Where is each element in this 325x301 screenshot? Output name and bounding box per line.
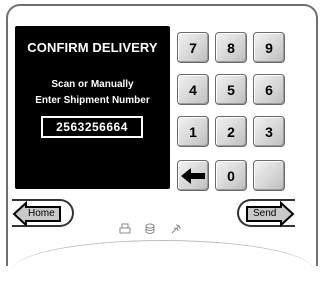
blank-key	[253, 160, 285, 191]
send-label: Send	[253, 208, 277, 219]
key-2[interactable]: 2	[215, 116, 247, 147]
key-3[interactable]: 3	[253, 116, 285, 147]
key-6[interactable]: 6	[253, 74, 285, 105]
key-7[interactable]: 7	[177, 32, 209, 63]
display-panel: CONFIRM DELIVERY Scan or Manually Enter …	[15, 26, 170, 189]
printer-icon	[119, 223, 131, 234]
signal-icon	[171, 224, 181, 234]
key-0[interactable]: 0	[215, 160, 247, 191]
key-1[interactable]: 1	[177, 116, 209, 147]
screen-title: CONFIRM DELIVERY	[27, 40, 158, 55]
send-button[interactable]: Send	[237, 199, 295, 227]
shipment-number-field[interactable]: 2563256664	[41, 116, 143, 138]
backspace-key[interactable]	[177, 160, 209, 191]
database-icon	[145, 223, 155, 234]
home-button[interactable]: Home	[12, 199, 74, 227]
key-9[interactable]: 9	[253, 32, 285, 63]
left-arrow-icon	[181, 167, 205, 184]
instruction-line-1: Scan or Manually	[51, 79, 134, 90]
instruction-line-2: Enter Shipment Number	[35, 95, 150, 106]
device-bezel-curve	[12, 240, 314, 301]
key-8[interactable]: 8	[215, 32, 247, 63]
key-5[interactable]: 5	[215, 74, 247, 105]
home-label: Home	[28, 208, 55, 219]
key-4[interactable]: 4	[177, 74, 209, 105]
